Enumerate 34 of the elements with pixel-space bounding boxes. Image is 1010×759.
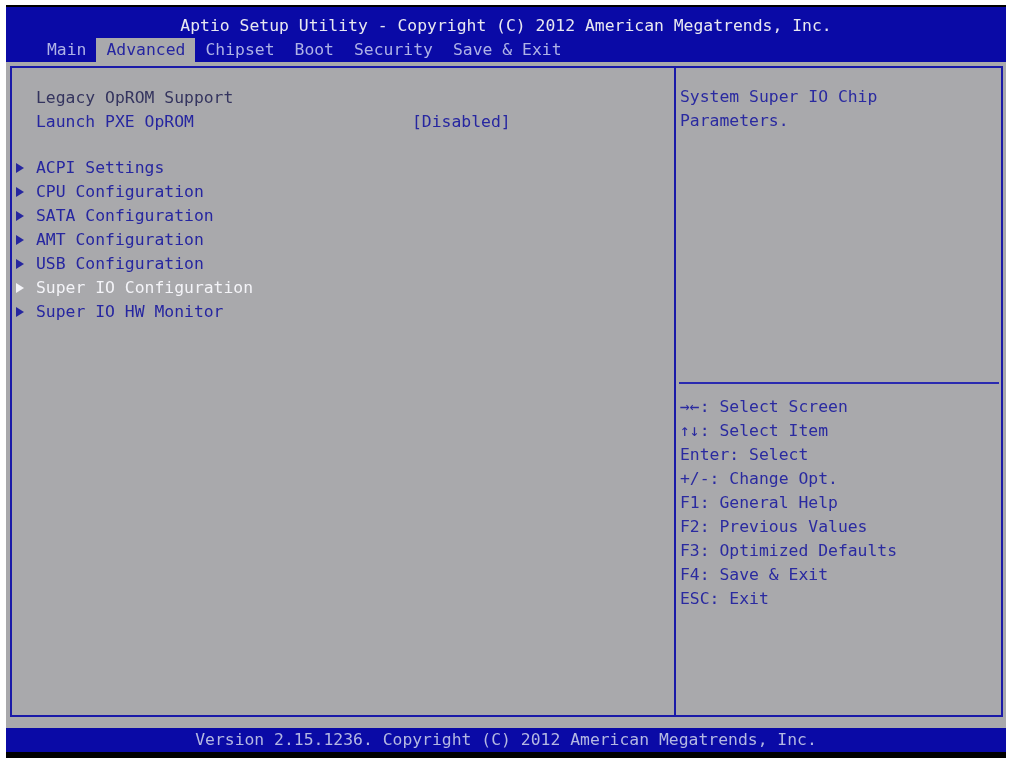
triangle-icon bbox=[16, 259, 24, 269]
key-hint: ESC: Exit bbox=[680, 589, 769, 608]
submenu-item[interactable]: ACPI Settings bbox=[16, 156, 165, 180]
menu-tab[interactable]: Boot bbox=[284, 38, 344, 62]
key-hint: F4: Save & Exit bbox=[680, 565, 829, 584]
menu-tab[interactable]: Save & Exit bbox=[442, 38, 572, 62]
submenu-item[interactable]: CPU Configuration bbox=[16, 180, 204, 204]
window-title: Aptio Setup Utility - Copyright (C) 2012 American Megatrends, Inc. bbox=[180, 15, 832, 37]
menu-tab[interactable]: Advanced bbox=[96, 38, 196, 62]
triangle-icon bbox=[16, 307, 24, 317]
submenu-item[interactable]: USB Configuration bbox=[16, 252, 204, 276]
triangle-icon bbox=[16, 235, 24, 245]
triangle-icon bbox=[16, 187, 24, 197]
key-hint: →←: Select Screen bbox=[680, 397, 848, 416]
section-heading: Legacy OpROM Support bbox=[36, 88, 234, 107]
key-hint: Enter: Select bbox=[680, 445, 809, 464]
triangle-icon bbox=[16, 163, 24, 173]
key-hint: +/-: Change Opt. bbox=[680, 469, 838, 488]
help-text: System Super IO Chip Parameters. bbox=[680, 86, 879, 132]
triangle-icon bbox=[16, 283, 24, 293]
version-footer: Version 2.15.1236. Copyright (C) 2012 American Megatrends, Inc. bbox=[6, 728, 1006, 752]
key-hint: ↑↓: Select Item bbox=[680, 421, 829, 440]
setting-label[interactable]: Launch PXE OpROM bbox=[36, 110, 194, 134]
menu-tab[interactable]: Chipset bbox=[195, 38, 285, 62]
key-hint: F3: Optimized Defaults bbox=[680, 541, 898, 560]
submenu-item[interactable]: AMT Configuration bbox=[16, 228, 204, 252]
key-hint: F1: General Help bbox=[680, 493, 838, 512]
submenu-item[interactable]: Super IO HW Monitor bbox=[16, 300, 224, 324]
submenu-item[interactable]: SATA Configuration bbox=[16, 204, 214, 228]
option-value[interactable]: [Disabled] bbox=[412, 110, 511, 134]
menu-tab[interactable]: Security bbox=[344, 38, 443, 62]
key-hint: F2: Previous Values bbox=[680, 517, 868, 536]
triangle-icon bbox=[16, 211, 24, 221]
menu-tab[interactable]: Main bbox=[37, 38, 97, 62]
